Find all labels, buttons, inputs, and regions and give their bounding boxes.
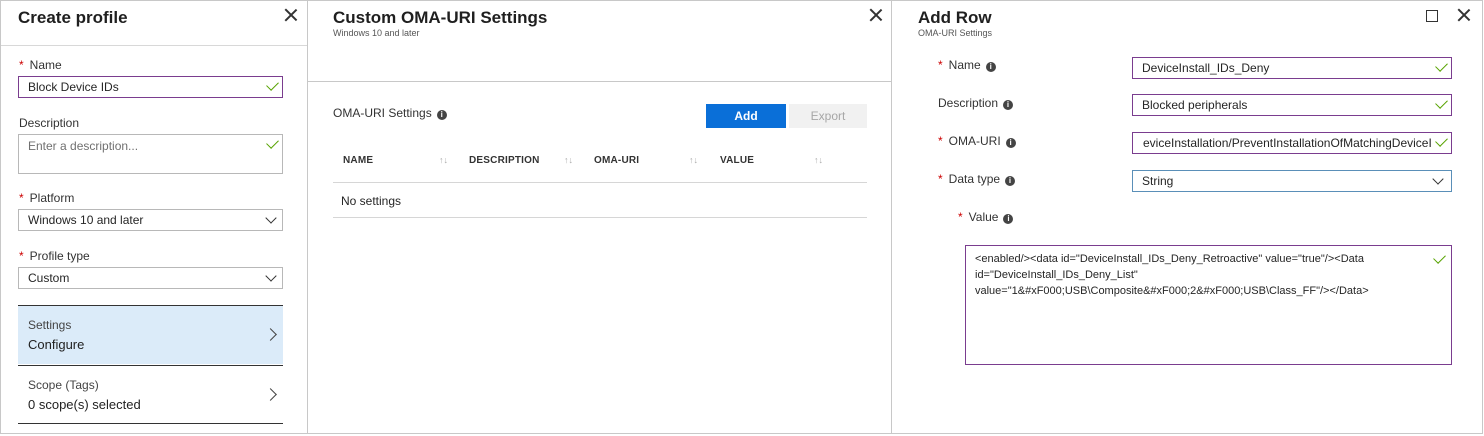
export-button[interactable]: Export [789, 104, 867, 128]
close-icon[interactable] [283, 7, 299, 23]
oma-settings-header: Custom OMA-URI Settings Windows 10 and l… [308, 1, 891, 82]
add-button[interactable]: Add [706, 104, 786, 128]
check-icon [1435, 134, 1448, 147]
table-divider [333, 217, 867, 218]
info-icon[interactable]: i [1005, 176, 1016, 186]
scope-label: Scope (Tags) [28, 378, 99, 392]
add-row-header: Add Row OMA-URI Settings [892, 1, 1482, 45]
column-header-name[interactable]: NAME [343, 155, 373, 166]
sort-icon[interactable]: ↑↓ [439, 155, 448, 165]
platform-select[interactable]: Windows 10 and later [18, 209, 283, 231]
chevron-down-icon [265, 270, 277, 282]
empty-table-message: No settings [341, 194, 402, 208]
info-icon[interactable]: i [1003, 214, 1014, 224]
create-profile-header: Create profile [1, 1, 307, 46]
add-row-blade: Add Row OMA-URI Settings * Name i DeviceIn… [891, 0, 1483, 434]
sort-icon[interactable]: ↑↓ [689, 155, 698, 165]
name-field[interactable]: Block Device IDs [18, 76, 283, 98]
check-icon [1435, 96, 1448, 109]
description-label: Description [19, 116, 80, 130]
info-icon[interactable]: i [985, 62, 996, 72]
check-icon [1435, 59, 1448, 72]
column-header-value[interactable]: VALUE [720, 155, 754, 166]
scope-value: 0 scope(s) selected [28, 397, 141, 412]
row-description-field[interactable]: Blocked peripherals [1132, 94, 1452, 116]
row-data-type-label: * Data type i [938, 172, 1016, 186]
blade-subtitle: OMA-URI Settings [918, 28, 993, 38]
row-value-label: * Value i [958, 210, 1014, 224]
column-header-description[interactable]: DESCRIPTION [469, 155, 540, 166]
platform-label: * Platform [19, 191, 75, 205]
row-oma-uri-field[interactable]: eviceInstallation/PreventInstallationOfM… [1132, 132, 1452, 154]
check-icon [1433, 251, 1446, 264]
table-divider [333, 182, 867, 183]
row-description-label: Description i [938, 96, 1014, 110]
oma-settings-blade: Custom OMA-URI Settings Windows 10 and l… [307, 0, 892, 434]
chevron-down-icon [1432, 173, 1444, 185]
profile-type-select[interactable]: Custom [18, 267, 283, 289]
check-icon [266, 136, 279, 149]
info-icon[interactable]: i [1005, 138, 1016, 148]
chevron-right-icon [264, 328, 277, 341]
row-name-field[interactable]: DeviceInstall_IDs_Deny [1132, 57, 1452, 79]
chevron-right-icon [264, 388, 277, 401]
blade-title: Add Row [918, 8, 992, 27]
oma-section-label: OMA-URI Settings i [333, 106, 447, 120]
blade-title: Create profile [18, 8, 128, 27]
profile-type-label: * Profile type [19, 249, 90, 263]
row-name-label: * Name i [938, 58, 996, 72]
scope-nav-item[interactable]: Scope (Tags) 0 scope(s) selected [18, 365, 283, 424]
settings-nav-item[interactable]: Settings Configure [18, 305, 283, 364]
check-icon [266, 78, 279, 91]
row-value-textarea[interactable]: <enabled/><data id="DeviceInstall_IDs_De… [965, 245, 1452, 365]
blade-title: Custom OMA-URI Settings [333, 8, 548, 27]
sort-icon[interactable]: ↑↓ [814, 155, 823, 165]
sort-icon[interactable]: ↑↓ [564, 155, 573, 165]
close-icon[interactable] [868, 7, 884, 23]
blade-subtitle: Windows 10 and later [333, 28, 420, 38]
close-icon[interactable] [1456, 7, 1472, 23]
name-label: * Name [19, 58, 62, 72]
chevron-down-icon [265, 212, 277, 224]
maximize-icon[interactable] [1426, 10, 1438, 22]
info-icon[interactable]: i [436, 110, 447, 120]
column-header-oma-uri[interactable]: OMA-URI [594, 155, 639, 166]
settings-value: Configure [28, 337, 85, 352]
row-data-type-select[interactable]: String [1132, 170, 1452, 192]
settings-label: Settings [28, 318, 72, 332]
row-oma-uri-label: * OMA-URI i [938, 134, 1016, 148]
info-icon[interactable]: i [1003, 100, 1014, 110]
description-field[interactable]: Enter a description... [18, 134, 283, 174]
create-profile-blade: Create profile * Name Block Device IDs De… [0, 0, 308, 434]
